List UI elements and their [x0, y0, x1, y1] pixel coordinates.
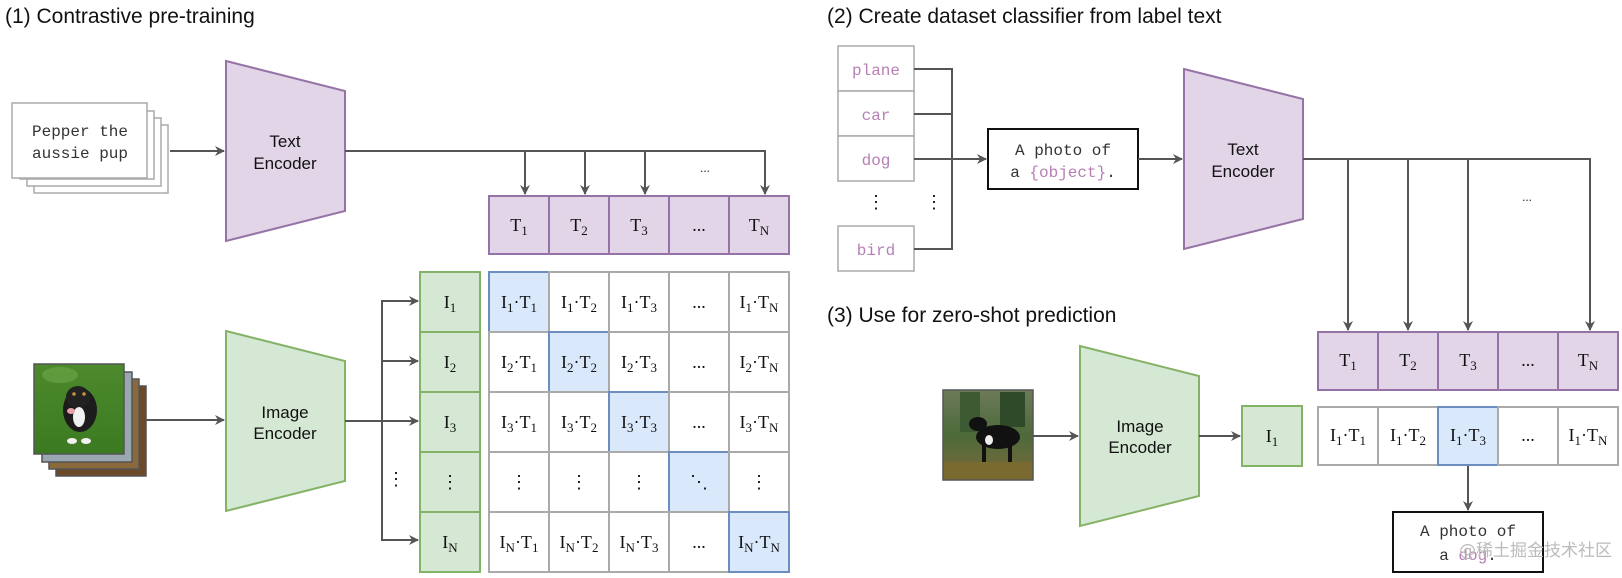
matrix-v-ellipsis: ⋮	[630, 472, 648, 492]
template-placeholder: {object}	[1029, 164, 1106, 182]
text-embedding-label: ...	[1521, 350, 1535, 370]
label-car: car	[862, 107, 891, 125]
image-embedding-i1: I1	[1241, 405, 1303, 467]
prompt-template: A photo of a {object}.	[987, 128, 1139, 190]
section2-title: (2) Create dataset classifier from label…	[827, 5, 1222, 28]
matrix-h-ellipsis: ...	[692, 292, 706, 312]
matrix-h-ellipsis: ...	[692, 352, 706, 372]
text-encoder-2-output-arrows: ...	[1303, 158, 1595, 331]
image-encoder-output-arrows: ⋮	[345, 296, 419, 545]
text-encoder-label: Encoder	[253, 154, 317, 173]
label-ellipsis: ⋮	[867, 192, 885, 212]
template-line1: A photo of	[1015, 142, 1111, 160]
image-encoder-label: Image	[1116, 417, 1163, 436]
arrow-ellipsis: ...	[1522, 189, 1532, 204]
query-photo	[942, 389, 1034, 481]
matrix-diag-ellipsis: ⋱	[690, 472, 708, 492]
text-embeddings-row: T1 T2 T3... TN	[488, 195, 790, 255]
text-encoder-output-arrows: ...	[345, 150, 770, 195]
result-line1: A photo of	[1420, 523, 1516, 541]
matrix-h-ellipsis: ...	[692, 412, 706, 432]
text-input-line2: aussie pup	[32, 145, 128, 163]
text-embeddings-row-2: T1 T2 T3... TN	[1317, 331, 1619, 391]
image-input-stack	[33, 363, 147, 477]
image-encoder-2: Image Encoder	[1079, 344, 1200, 528]
image-encoder-label: Encoder	[1108, 438, 1172, 457]
label-bird: bird	[857, 242, 895, 260]
label-dog: dog	[862, 152, 891, 170]
matrix-h-ellipsis: ...	[692, 532, 706, 552]
score-ellipsis: ...	[1521, 425, 1535, 445]
text-input-line1: Pepper the	[32, 123, 128, 141]
image-embeddings-column: I1I2I3⋮IN	[419, 271, 481, 573]
text-encoder-2: Text Encoder	[1183, 67, 1304, 251]
section3-title: (3) Use for zero-shot prediction	[827, 304, 1116, 327]
text-encoder: Text Encoder	[225, 59, 346, 243]
text-encoder-label: Text	[1227, 140, 1258, 159]
text-encoder-label: Text	[269, 132, 300, 151]
matrix-v-ellipsis: ⋮	[510, 472, 528, 492]
score-row: I1·T1 I1·T2 I1·T3... I1·TN	[1317, 406, 1619, 466]
text-input-stack: Pepper the aussie pup	[11, 102, 169, 194]
clip-diagram: (1) Contrastive pre-training Pepper the …	[5, 5, 1619, 573]
image-encoder-label: Image	[261, 403, 308, 422]
text-embedding-label: ...	[692, 215, 706, 235]
matrix-v-ellipsis: ⋮	[750, 472, 768, 492]
label-ellipsis: ⋮	[925, 192, 943, 212]
similarity-matrix: I1·T1 I1·T2 I1·T3... I1·TNI2·T1 I2·T2 I2·T3..…	[488, 271, 790, 573]
arrow-ellipsis: ...	[700, 160, 710, 175]
image-embedding-label: ⋮	[441, 472, 459, 492]
label-connectors	[914, 68, 987, 250]
image-encoder: Image Encoder	[225, 329, 346, 513]
template-line2: a {object}.	[1010, 164, 1116, 182]
matrix-v-ellipsis: ⋮	[570, 472, 588, 492]
watermark: @稀土掘金技术社区	[1459, 541, 1612, 561]
section1-title: (1) Contrastive pre-training	[5, 5, 255, 28]
text-encoder-label: Encoder	[1211, 162, 1275, 181]
image-encoder-label: Encoder	[253, 424, 317, 443]
label-plane: plane	[852, 62, 900, 80]
vertical-ellipsis: ⋮	[387, 469, 405, 489]
